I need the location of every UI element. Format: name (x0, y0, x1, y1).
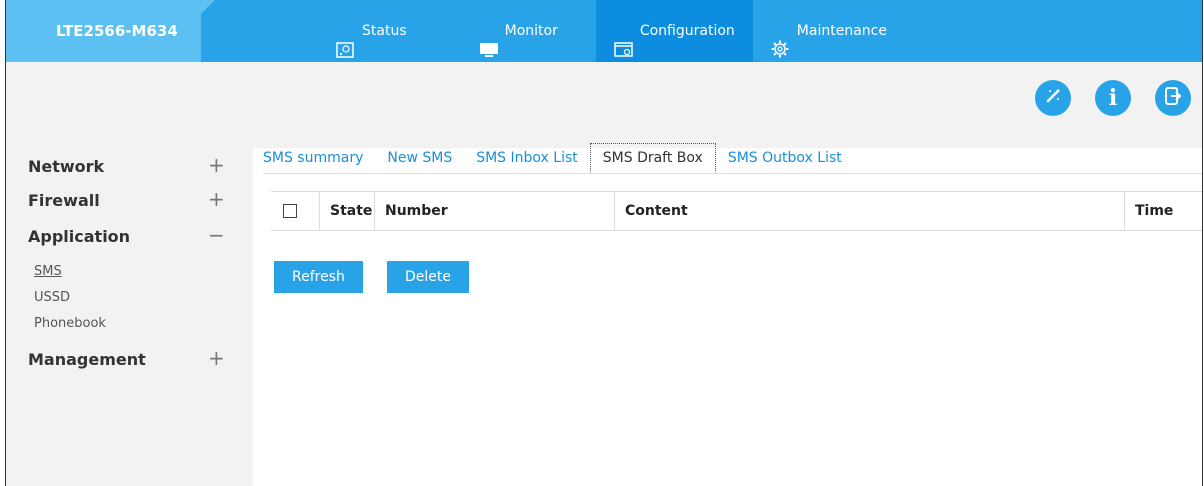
main-content: SMS summary New SMS SMS Inbox List SMS D… (253, 143, 1202, 486)
app-window: LTE2566-M634 Status Monitor Configuratio… (5, 0, 1203, 486)
nav-status[interactable]: Status (318, 0, 425, 62)
main-nav: Status Monitor Configuration Maintenance (318, 0, 905, 62)
nav-configuration-label: Configuration (639, 23, 735, 39)
sidebar-item-phonebook[interactable]: Phonebook (34, 316, 106, 331)
nav-configuration[interactable]: Configuration (595, 0, 753, 62)
nav-maintenance-label: Maintenance (796, 23, 887, 39)
sidebar-item-sms[interactable]: SMS (34, 264, 62, 279)
maintenance-icon (771, 23, 789, 58)
top-navigation-bar: LTE2566-M634 Status Monitor Configuratio… (6, 0, 1202, 62)
refresh-button[interactable]: Refresh (274, 261, 363, 293)
select-all-checkbox[interactable] (283, 204, 297, 218)
wizard-icon (1043, 86, 1063, 110)
monitor-icon (479, 23, 498, 57)
select-all-cell (271, 192, 319, 230)
tab-sms-outbox-list[interactable]: SMS Outbox List (716, 144, 854, 172)
sidebar-item-ussd[interactable]: USSD (34, 290, 70, 305)
sidebar-group-network[interactable]: Network (28, 157, 104, 176)
column-header-content[interactable]: Content (614, 192, 1124, 230)
tool-bar (6, 62, 1202, 148)
device-model-name: LTE2566-M634 (56, 22, 178, 40)
tab-new-sms[interactable]: New SMS (375, 144, 464, 172)
tab-sms-summary[interactable]: SMS summary (263, 144, 375, 172)
sidebar-group-management[interactable]: Management (28, 350, 146, 369)
tab-sms-draft-box[interactable]: SMS Draft Box (589, 143, 716, 173)
info-button[interactable]: i (1095, 80, 1131, 116)
status-icon (336, 23, 354, 58)
sidebar: Network + Firewall + Application − SMS U… (6, 148, 253, 486)
nav-maintenance[interactable]: Maintenance (753, 0, 905, 62)
nav-status-label: Status (362, 23, 407, 39)
nav-monitor[interactable]: Monitor (461, 0, 576, 62)
logout-icon (1164, 86, 1182, 110)
sidebar-group-firewall[interactable]: Firewall (28, 191, 100, 210)
brand-corner-decoration (201, 0, 215, 14)
sidebar-network-expand-toggle[interactable]: + (208, 155, 225, 175)
logout-button[interactable] (1155, 80, 1191, 116)
info-icon: i (1108, 85, 1118, 111)
nav-monitor-label: Monitor (504, 23, 558, 39)
sidebar-application-collapse-toggle[interactable]: − (208, 225, 225, 245)
column-header-state[interactable]: State (319, 192, 374, 230)
column-header-number[interactable]: Number (374, 192, 614, 230)
configuration-icon (614, 23, 633, 57)
column-header-time[interactable]: Time (1124, 192, 1202, 230)
delete-button[interactable]: Delete (387, 261, 469, 293)
sidebar-group-application[interactable]: Application (28, 227, 130, 246)
tab-sms-inbox-list[interactable]: SMS Inbox List (464, 144, 590, 172)
sidebar-management-expand-toggle[interactable]: + (208, 348, 225, 368)
wizard-button[interactable] (1035, 80, 1071, 116)
sms-tabs: SMS summary New SMS SMS Inbox List SMS D… (263, 143, 1202, 174)
sidebar-firewall-expand-toggle[interactable]: + (208, 189, 225, 209)
brand-panel: LTE2566-M634 (6, 0, 201, 62)
draft-table-header: State Number Content Time (271, 191, 1202, 231)
